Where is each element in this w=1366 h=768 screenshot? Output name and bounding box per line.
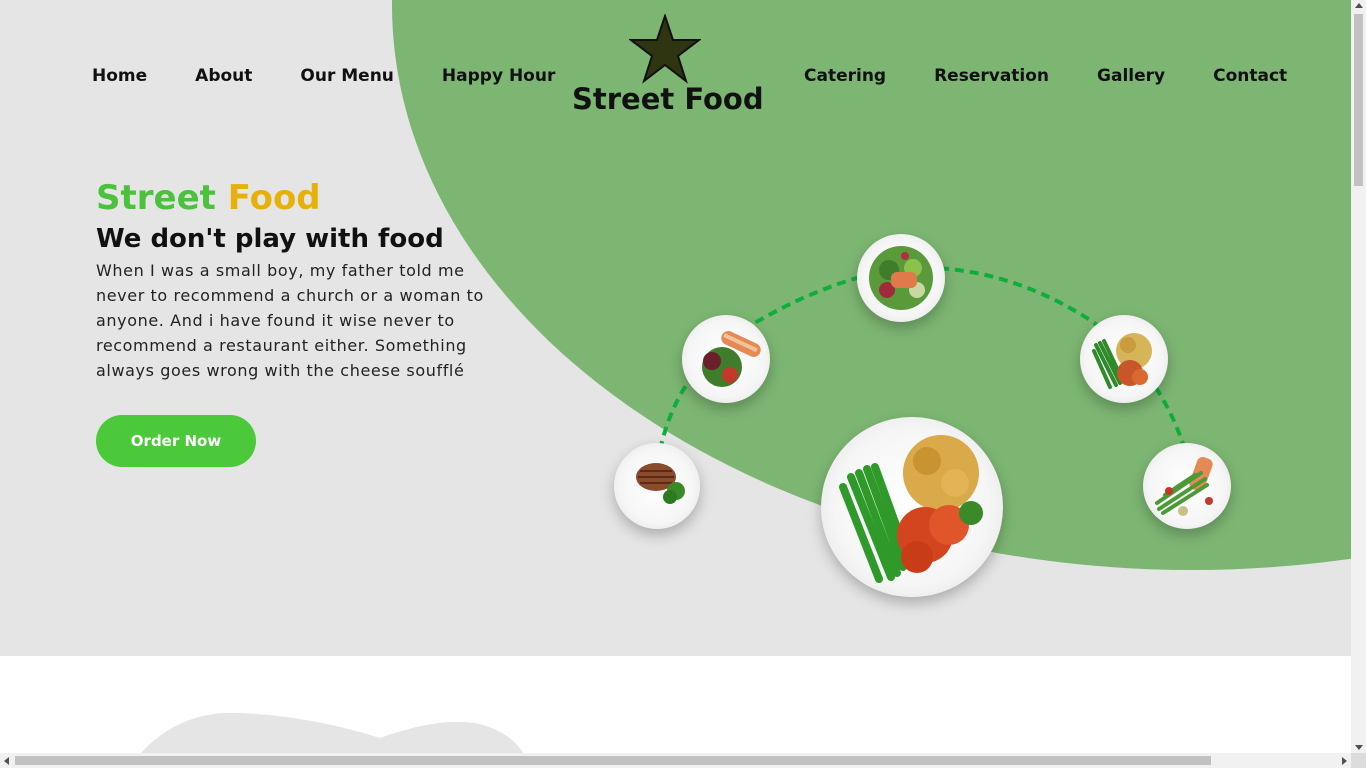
logo-text: Street Food <box>572 82 764 116</box>
vertical-scrollbar[interactable] <box>1351 0 1366 753</box>
star-icon <box>629 14 701 84</box>
order-now-button[interactable]: Order Now <box>96 415 256 467</box>
salmon-vegetable-plate <box>682 315 770 403</box>
salmon-salad-plate <box>857 234 945 322</box>
horizontal-scrollbar[interactable] <box>0 753 1351 768</box>
hero-title: Street Food <box>96 178 321 218</box>
nav-contact[interactable]: Contact <box>1213 66 1287 86</box>
horizontal-scroll-thumb[interactable] <box>15 756 1211 765</box>
nav-home[interactable]: Home <box>92 66 147 86</box>
nav-reservation[interactable]: Reservation <box>934 66 1049 86</box>
scroll-right-arrow-icon[interactable] <box>1342 757 1347 765</box>
nav-right: Catering Reservation Gallery Contact <box>804 66 1335 86</box>
chicken-rice-beans-main-plate <box>821 417 1003 597</box>
scroll-up-arrow-icon[interactable] <box>1355 3 1363 8</box>
scroll-down-arrow-icon[interactable] <box>1355 745 1363 750</box>
nav-about[interactable]: About <box>195 66 252 86</box>
hero-paragraph: When I was a small boy, my father told m… <box>96 261 484 380</box>
logo[interactable]: Street Food <box>572 14 764 126</box>
hero-title-food: Food <box>227 178 321 218</box>
nav-happy-hour[interactable]: Happy Hour <box>442 66 555 86</box>
scrollbar-corner <box>1351 753 1366 768</box>
steak-broccoli-plate <box>614 443 700 529</box>
hero-title-street: Street <box>96 178 216 218</box>
scroll-left-arrow-icon[interactable] <box>4 757 9 765</box>
nav-our-menu[interactable]: Our Menu <box>300 66 394 86</box>
nav-left: Home About Our Menu Happy Hour <box>92 66 603 86</box>
hero-subtitle: We don't play with food <box>96 224 444 254</box>
nav-catering[interactable]: Catering <box>804 66 886 86</box>
wave-decoration <box>140 712 524 754</box>
nav-gallery[interactable]: Gallery <box>1097 66 1165 86</box>
vertical-scroll-thumb[interactable] <box>1354 14 1363 186</box>
salmon-asparagus-plate <box>1143 443 1231 529</box>
chicken-rice-plate <box>1080 315 1168 403</box>
hero-section: Home About Our Menu Happy Hour Street Fo… <box>0 0 1351 656</box>
